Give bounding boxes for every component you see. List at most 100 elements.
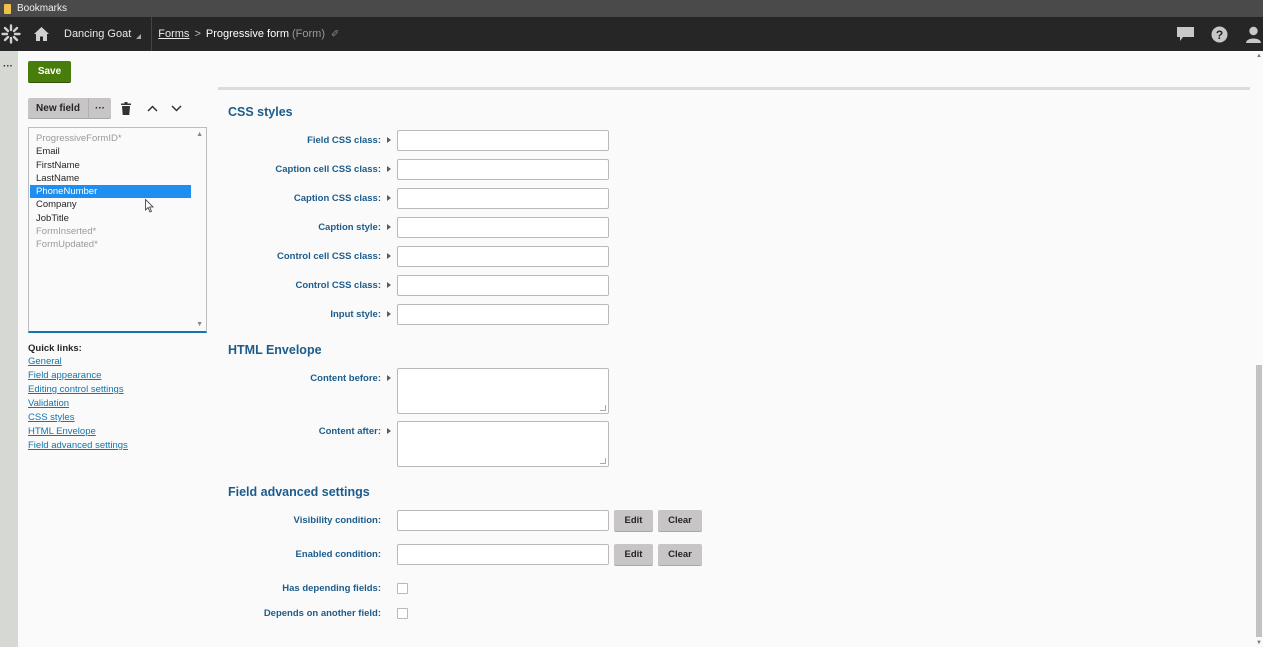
svg-text:?: ? — [1215, 28, 1222, 42]
expand-arrow-icon[interactable] — [381, 421, 397, 434]
list-item[interactable]: Email — [30, 145, 191, 158]
list-item[interactable]: FormUpdated* — [30, 238, 191, 251]
breadcrumb-type: (Form) — [292, 28, 326, 40]
page-scrollbar[interactable]: ▲ ▼ — [1254, 51, 1263, 647]
depends-on-another-field-row: Depends on another field: — [218, 603, 718, 619]
home-icon[interactable] — [32, 25, 50, 43]
expand-arrow-icon[interactable] — [381, 159, 397, 172]
field-label: Content after: — [318, 426, 381, 437]
expand-arrow-icon[interactable] — [381, 246, 397, 259]
quick-link-validation[interactable]: Validation — [28, 397, 128, 411]
bookmarks-label[interactable]: Bookmarks — [17, 3, 67, 14]
content-after-textarea[interactable] — [397, 421, 609, 467]
kentico-logo-icon[interactable] — [0, 23, 22, 45]
list-item[interactable]: ProgressiveFormID* — [30, 132, 191, 145]
caption-style-row: Caption style: — [218, 217, 718, 238]
quick-link-html-envelope[interactable]: HTML Envelope — [28, 425, 128, 439]
quick-link-field-appearance[interactable]: Field appearance — [28, 369, 128, 383]
caption-css-class-input[interactable] — [397, 188, 609, 209]
quick-link-css-styles[interactable]: CSS styles — [28, 411, 128, 425]
list-item[interactable]: JobTitle — [30, 212, 191, 225]
bookmark-folder-icon — [4, 3, 11, 14]
quick-links-title: Quick links: — [28, 343, 82, 354]
scroll-down-icon[interactable]: ▼ — [196, 321, 203, 328]
expand-arrow-icon[interactable] — [381, 304, 397, 317]
field-label: Caption cell CSS class: — [275, 164, 381, 175]
input-style-row: Input style: — [218, 304, 718, 325]
list-item[interactable]: LastName — [30, 172, 191, 185]
user-icon[interactable] — [1243, 24, 1263, 44]
site-selector[interactable]: Dancing Goat — [64, 17, 153, 51]
section-title-html-envelope: HTML Envelope — [228, 343, 322, 357]
list-item[interactable]: FormInserted* — [30, 225, 191, 238]
move-up-icon[interactable] — [145, 100, 159, 116]
expand-arrow-icon[interactable] — [381, 368, 397, 381]
visibility-clear-button[interactable]: Clear — [658, 510, 702, 531]
caption-cell-css-class-input[interactable] — [397, 159, 609, 180]
resize-grip-icon[interactable] — [600, 458, 606, 464]
expand-arrow-icon[interactable] — [381, 275, 397, 288]
scroll-up-icon[interactable]: ▲ — [196, 131, 203, 138]
breadcrumb-current: Progressive form — [205, 28, 290, 40]
quick-link-field-advanced-settings[interactable]: Field advanced settings — [28, 439, 128, 453]
left-strip: ··· — [0, 51, 18, 647]
field-css-class-input[interactable] — [397, 130, 609, 151]
app-header: Dancing Goat Forms > Progressive form (F… — [0, 17, 1263, 51]
field-toolbar: New field ··· — [28, 98, 183, 118]
quick-link-editing-control-settings[interactable]: Editing control settings — [28, 383, 128, 397]
has-depending-fields-row: Has depending fields: — [218, 578, 718, 594]
quick-links: Quick links: General Field appearance Ed… — [28, 343, 128, 453]
content-before-textarea[interactable] — [397, 368, 609, 414]
section-title-field-advanced-settings: Field advanced settings — [228, 485, 370, 499]
list-item-selected[interactable]: PhoneNumber — [30, 185, 191, 199]
breadcrumb: Forms > Progressive form (Form) ✐ — [158, 28, 339, 40]
save-button[interactable]: Save — [28, 61, 71, 82]
expand-arrow-icon[interactable] — [381, 130, 397, 143]
field-label: Input style: — [330, 309, 381, 320]
depends-on-another-field-checkbox[interactable] — [397, 608, 408, 619]
enabled-condition-row: Enabled condition: Edit Clear — [218, 544, 718, 565]
enabled-edit-button[interactable]: Edit — [614, 544, 653, 565]
enabled-condition-input[interactable] — [397, 544, 609, 565]
pin-icon[interactable]: ✐ — [331, 29, 339, 40]
scrollbar-thumb[interactable] — [1256, 365, 1262, 637]
field-label: Has depending fields: — [282, 583, 381, 594]
expand-arrow-icon[interactable] — [381, 188, 397, 201]
visibility-edit-button[interactable]: Edit — [614, 510, 653, 531]
control-css-class-input[interactable] — [397, 275, 609, 296]
field-label: Caption style: — [318, 222, 381, 233]
section-title-css-styles: CSS styles — [228, 105, 293, 119]
scroll-down-icon[interactable]: ▼ — [1256, 640, 1262, 646]
help-icon[interactable]: ? — [1209, 24, 1229, 44]
has-depending-fields-checkbox[interactable] — [397, 583, 408, 594]
expand-arrow-icon[interactable] — [381, 217, 397, 230]
mouse-cursor-icon — [145, 198, 154, 218]
section-divider — [218, 87, 1250, 90]
list-item[interactable]: FirstName — [30, 159, 191, 172]
field-label: Enabled condition: — [295, 549, 382, 560]
more-actions-button[interactable]: ··· — [88, 98, 111, 118]
visibility-condition-input[interactable] — [397, 510, 609, 531]
control-cell-css-class-input[interactable] — [397, 246, 609, 267]
resize-grip-icon[interactable] — [600, 405, 606, 411]
field-label: Depends on another field: — [263, 608, 381, 619]
scroll-up-icon[interactable]: ▲ — [1256, 53, 1262, 59]
input-style-input[interactable] — [397, 304, 609, 325]
caption-style-input[interactable] — [397, 217, 609, 238]
move-down-icon[interactable] — [169, 100, 183, 116]
bookmarks-bar: Bookmarks — [0, 0, 1263, 17]
more-menu-icon[interactable]: ··· — [3, 61, 13, 72]
content-before-row: Content before: — [218, 368, 718, 414]
list-item[interactable]: Company — [30, 198, 191, 211]
enabled-clear-button[interactable]: Clear — [658, 544, 702, 565]
field-label: Control cell CSS class: — [276, 251, 381, 262]
caption-css-class-row: Caption CSS class: — [218, 188, 718, 209]
fields-listbox[interactable]: ProgressiveFormID* Email FirstName LastN… — [28, 127, 207, 333]
quick-link-general[interactable]: General — [28, 355, 128, 369]
field-label: Caption CSS class: — [293, 193, 381, 204]
new-field-button[interactable]: New field — [28, 98, 88, 118]
delete-icon[interactable] — [119, 100, 133, 116]
chat-icon[interactable] — [1175, 24, 1195, 44]
field-label: Content before: — [310, 373, 381, 384]
breadcrumb-forms-link[interactable]: Forms — [158, 28, 189, 40]
